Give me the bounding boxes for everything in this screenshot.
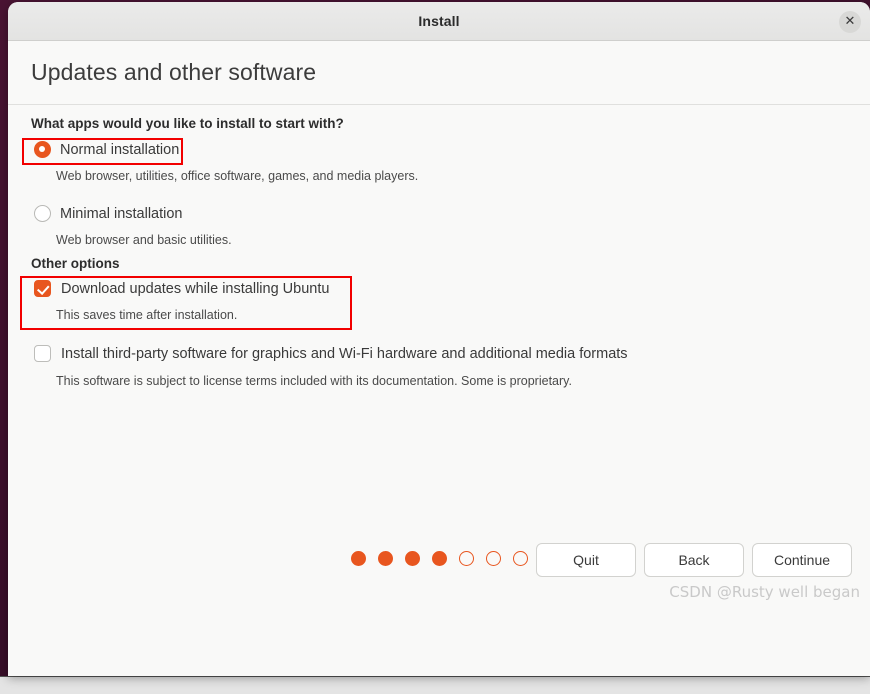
radio-normal-installation-description: Web browser, utilities, office software,… bbox=[56, 169, 419, 183]
radio-normal-installation-indicator[interactable] bbox=[34, 141, 51, 158]
radio-normal-installation-label: Normal installation bbox=[60, 141, 180, 158]
progress-dot-2 bbox=[377, 551, 393, 566]
close-button[interactable]: ✕ bbox=[839, 11, 861, 33]
radio-option-normal-installation[interactable]: Normal installation bbox=[34, 141, 179, 158]
close-icon: ✕ bbox=[844, 14, 856, 29]
window-titlebar: Install ✕ bbox=[8, 2, 870, 41]
progress-dot-7 bbox=[512, 551, 528, 566]
checkbox-download-updates-label: Download updates while installing Ubuntu bbox=[61, 280, 330, 297]
checkbox-download-updates-indicator[interactable] bbox=[34, 280, 51, 297]
install-window: Install ✕ Updates and other software Wha… bbox=[8, 2, 870, 676]
progress-dot-3 bbox=[404, 551, 420, 566]
radio-option-minimal-installation[interactable]: Minimal installation bbox=[34, 205, 183, 222]
radio-minimal-installation-description: Web browser and basic utilities. bbox=[56, 233, 232, 247]
other-options-heading: Other options bbox=[31, 256, 120, 271]
checkbox-third-party-software-description: This software is subject to license term… bbox=[56, 374, 572, 388]
progress-dots bbox=[8, 551, 870, 566]
checkbox-download-updates-description: This saves time after installation. bbox=[56, 308, 238, 322]
checkbox-option-download-updates[interactable]: Download updates while installing Ubuntu bbox=[34, 280, 329, 297]
desktop-bottom-strip bbox=[0, 676, 870, 694]
page-content: What apps would you like to install to s… bbox=[8, 105, 870, 674]
checkbox-third-party-software-label: Install third-party software for graphic… bbox=[61, 345, 628, 362]
window-title: Install bbox=[418, 13, 460, 29]
progress-dot-6 bbox=[485, 551, 501, 566]
progress-dot-5 bbox=[458, 551, 474, 566]
checkbox-third-party-software-indicator[interactable] bbox=[34, 345, 51, 362]
checkbox-option-third-party-software[interactable]: Install third-party software for graphic… bbox=[34, 345, 628, 362]
page-title: Updates and other software bbox=[31, 59, 317, 85]
radio-minimal-installation-label: Minimal installation bbox=[60, 205, 183, 222]
progress-dot-1 bbox=[350, 551, 366, 566]
radio-minimal-installation-indicator[interactable] bbox=[34, 205, 51, 222]
progress-dot-4 bbox=[431, 551, 447, 566]
page-header: Updates and other software bbox=[8, 41, 870, 105]
apps-question-label: What apps would you like to install to s… bbox=[31, 116, 344, 131]
watermark-text: CSDN @Rusty well began bbox=[669, 583, 860, 601]
